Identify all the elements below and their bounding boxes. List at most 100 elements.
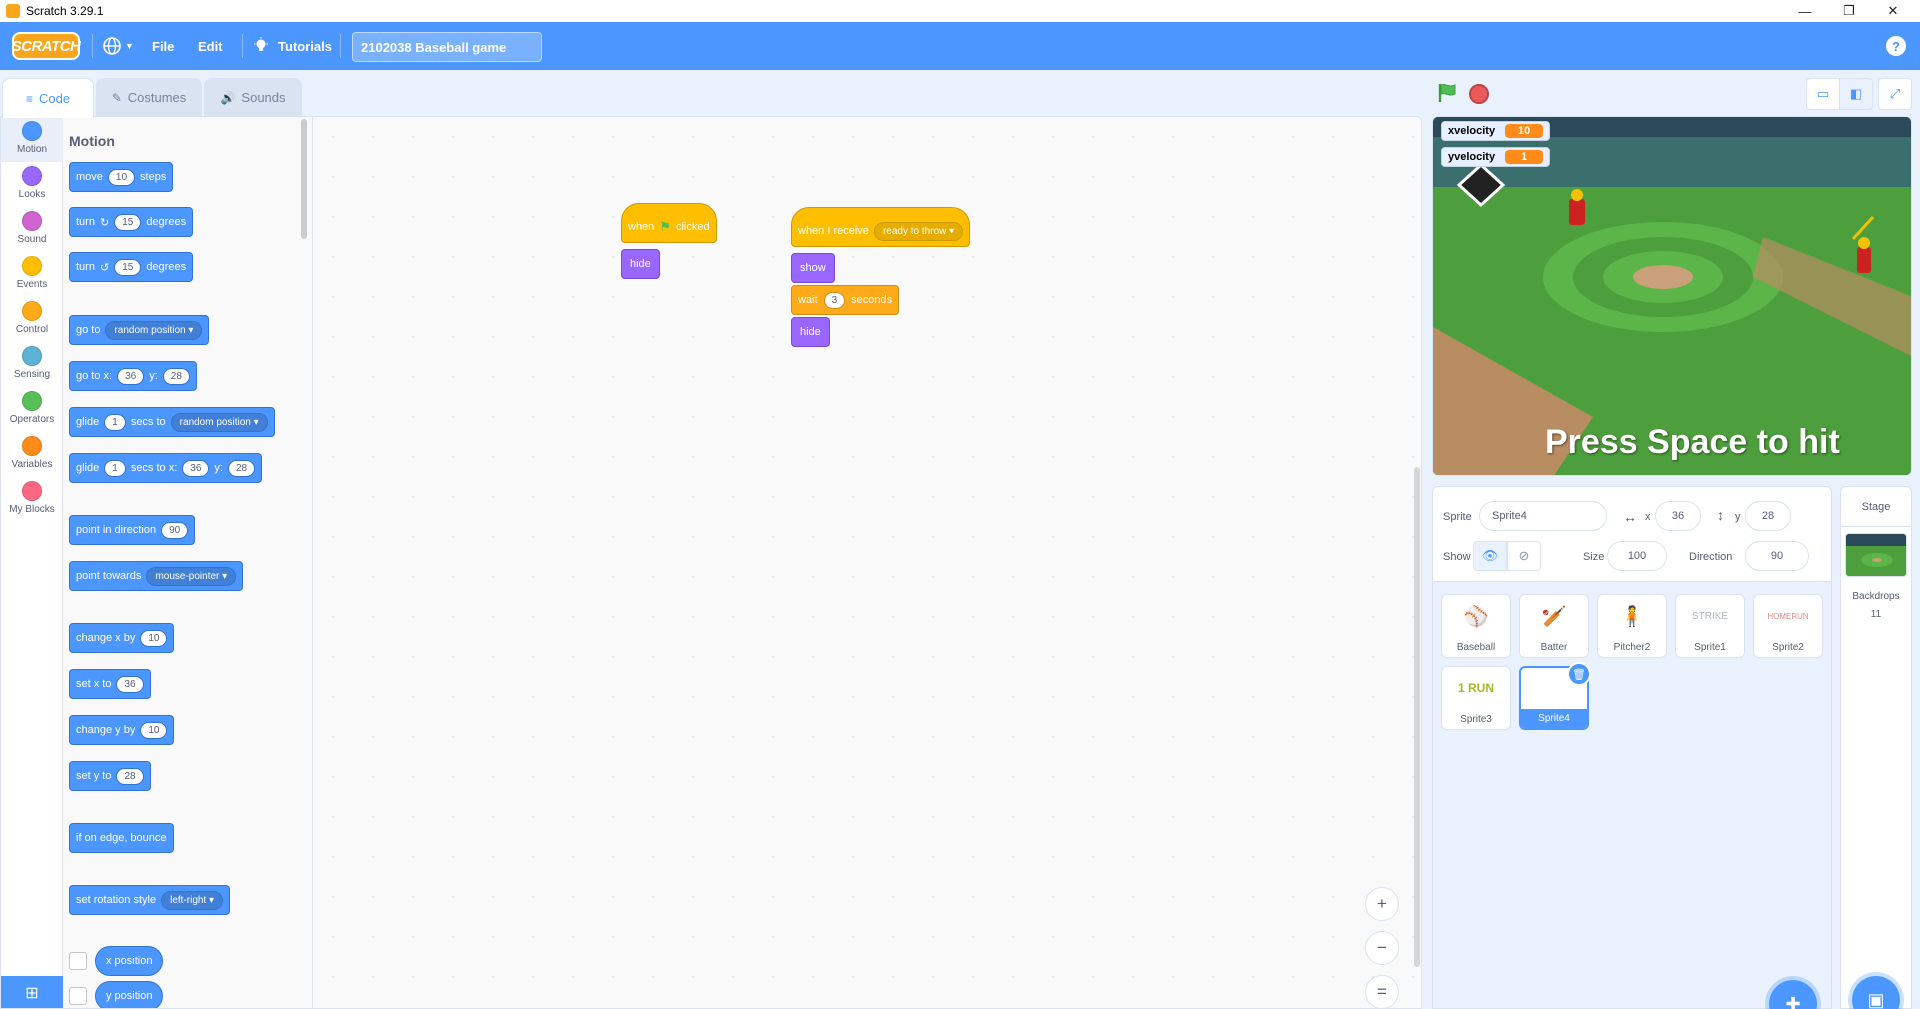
stage-canvas[interactable]: xvelocity 10 yvelocity 1 Press Space to hi… <box>1432 116 1912 476</box>
block-glide-xy[interactable]: glide 1 secs to x: 36 y: 28 <box>69 453 263 483</box>
category-events[interactable]: Events <box>1 252 63 297</box>
close-button[interactable]: ✕ <box>1870 0 1916 22</box>
sprite-pitcher2[interactable]: 🧍 Pitcher2 <box>1597 594 1667 658</box>
sprite-name-field[interactable]: Sprite4 <box>1479 501 1607 531</box>
block-turn-right[interactable]: turn ↻ 15 degrees <box>69 207 194 237</box>
tutorials-button[interactable]: Tutorials <box>252 22 332 70</box>
block-input[interactable]: 15 <box>114 213 142 231</box>
block-point-in-direction[interactable]: point in direction 90 <box>69 515 196 545</box>
green-flag-button[interactable] <box>1436 82 1458 104</box>
block-input[interactable]: 15 <box>114 258 142 276</box>
show-sprite-button[interactable]: 👁 <box>1473 541 1507 571</box>
delete-sprite-button[interactable]: 🗑 <box>1567 662 1591 686</box>
block-input[interactable]: 28 <box>162 367 190 385</box>
size-field[interactable]: 100 <box>1607 541 1667 571</box>
block-input[interactable]: 36 <box>182 459 210 477</box>
block-input[interactable]: 28 <box>116 767 144 785</box>
zoom-out-button[interactable]: − <box>1365 931 1399 965</box>
small-stage-button[interactable]: ▭ <box>1806 78 1840 110</box>
sprite-batter[interactable]: 🏏 Batter <box>1519 594 1589 658</box>
block-input[interactable]: 3 <box>823 291 846 309</box>
block-set-rotation-style[interactable]: set rotation style left-right ▾ <box>69 885 231 915</box>
hide-block[interactable]: hide <box>621 249 660 279</box>
block-input[interactable]: 36 <box>117 367 145 385</box>
block-dropdown[interactable]: random position ▾ <box>170 412 268 432</box>
block-input[interactable]: 10 <box>140 721 168 739</box>
block-input[interactable]: 28 <box>227 459 256 477</box>
block-if-on-edge-bounce[interactable]: if on edge, bounce <box>69 823 174 853</box>
sprite-sprite1[interactable]: STRIKE Sprite1 <box>1675 594 1745 658</box>
sprite-sprite2[interactable]: HOMERUN Sprite2 <box>1753 594 1823 658</box>
when-flag-clicked-block[interactable]: when ⚑ clicked <box>621 203 717 243</box>
file-menu[interactable]: File <box>152 22 174 70</box>
scratch-logo[interactable]: SCRATCH <box>12 32 81 60</box>
stage-selector[interactable]: Stage Backdrops 11 <box>1840 486 1912 1009</box>
x-field[interactable]: 36 <box>1655 501 1701 531</box>
block-dropdown[interactable]: left-right ▾ <box>161 890 224 910</box>
category-operators[interactable]: Operators <box>1 387 63 432</box>
xvelocity-monitor[interactable]: xvelocity 10 <box>1441 121 1551 141</box>
choose-sprite-button[interactable]: ✚ <box>1769 980 1817 1009</box>
when-i-receive-block[interactable]: when I receive ready to throw ▾ <box>791 207 971 247</box>
large-stage-button[interactable]: ◧ <box>1839 78 1873 110</box>
message-dropdown[interactable]: ready to throw ▾ <box>873 221 964 241</box>
block-text: y position <box>106 990 153 1002</box>
block-dropdown[interactable]: mouse-pointer ▾ <box>146 566 237 586</box>
tab-sounds[interactable]: 🔊 Sounds <box>204 78 302 116</box>
category-control[interactable]: Control <box>1 297 63 342</box>
tab-code[interactable]: ≡ Code <box>2 78 94 118</box>
zoom-in-button[interactable]: + <box>1365 887 1399 921</box>
block-x-position[interactable]: x position <box>95 946 164 976</box>
hide-block[interactable]: hide <box>791 317 830 347</box>
zoom-reset-button[interactable]: = <box>1365 975 1399 1008</box>
language-menu[interactable]: ▼ <box>102 22 134 70</box>
block-glide[interactable]: glide 1 secs to random position ▾ <box>69 407 275 437</box>
category-motion[interactable]: Motion <box>1 117 63 162</box>
x-position-checkbox[interactable] <box>69 952 87 970</box>
edit-menu[interactable]: Edit <box>198 22 223 70</box>
tab-costumes[interactable]: ✎ Costumes <box>96 78 202 116</box>
code-icon: ≡ <box>25 91 33 106</box>
block-go-to-xy[interactable]: go to x: 36 y: 28 <box>69 361 197 391</box>
block-move[interactable]: move 10 steps <box>69 162 174 192</box>
block-change-y[interactable]: change y by 10 <box>69 715 175 745</box>
category-variables[interactable]: Variables <box>1 432 63 477</box>
category-my-blocks[interactable]: My Blocks <box>1 477 63 522</box>
block-input[interactable]: 10 <box>107 168 136 186</box>
block-set-x[interactable]: set x to 36 <box>69 669 151 699</box>
category-looks[interactable]: Looks <box>1 162 63 207</box>
block-input[interactable]: 36 <box>116 675 144 693</box>
wait-block[interactable]: wait 3 seconds <box>791 285 900 315</box>
help-button[interactable]: ? <box>1886 36 1906 56</box>
category-sound[interactable]: Sound <box>1 207 63 252</box>
sprite-baseball[interactable]: ⚾ Baseball <box>1441 594 1511 658</box>
block-dropdown[interactable]: random position ▾ <box>105 320 203 340</box>
block-change-x[interactable]: change x by 10 <box>69 623 175 653</box>
block-input[interactable]: 1 <box>104 413 126 431</box>
workspace-scrollbar[interactable] <box>1414 467 1420 967</box>
fullscreen-button[interactable]: ⤢ <box>1878 78 1912 110</box>
block-set-y[interactable]: set y to 28 <box>69 761 151 791</box>
add-extension-button[interactable]: ⊞ <box>1 976 63 1008</box>
y-field[interactable]: 28 <box>1745 501 1791 531</box>
y-position-checkbox[interactable] <box>69 987 87 1005</box>
palette-scrollbar[interactable] <box>301 119 307 239</box>
block-point-towards[interactable]: point towards mouse-pointer ▾ <box>69 561 244 591</box>
sprite-sprite3[interactable]: 1 RUN Sprite3 <box>1441 666 1511 730</box>
block-input[interactable]: 10 <box>140 629 168 647</box>
show-block[interactable]: show <box>791 253 835 283</box>
maximize-button[interactable]: ❐ <box>1826 0 1872 22</box>
category-sensing[interactable]: Sensing <box>1 342 63 387</box>
project-title-input[interactable]: 2102038 Baseball game <box>352 32 542 62</box>
yvelocity-monitor[interactable]: yvelocity 1 <box>1441 147 1551 167</box>
stop-button[interactable] <box>1469 84 1489 104</box>
hide-sprite-button[interactable]: ⊘ <box>1507 541 1541 571</box>
block-go-to[interactable]: go to random position ▾ <box>69 315 210 345</box>
block-input[interactable]: 90 <box>161 521 189 539</box>
direction-field[interactable]: 90 <box>1745 541 1809 571</box>
minimize-button[interactable]: — <box>1782 0 1828 22</box>
block-turn-left[interactable]: turn ↺ 15 degrees <box>69 252 194 282</box>
script-workspace[interactable]: when ⚑ clicked hide when I receive ready to… <box>313 117 1421 1008</box>
block-y-position[interactable]: y position <box>95 981 164 1008</box>
block-input[interactable]: 1 <box>104 459 126 477</box>
